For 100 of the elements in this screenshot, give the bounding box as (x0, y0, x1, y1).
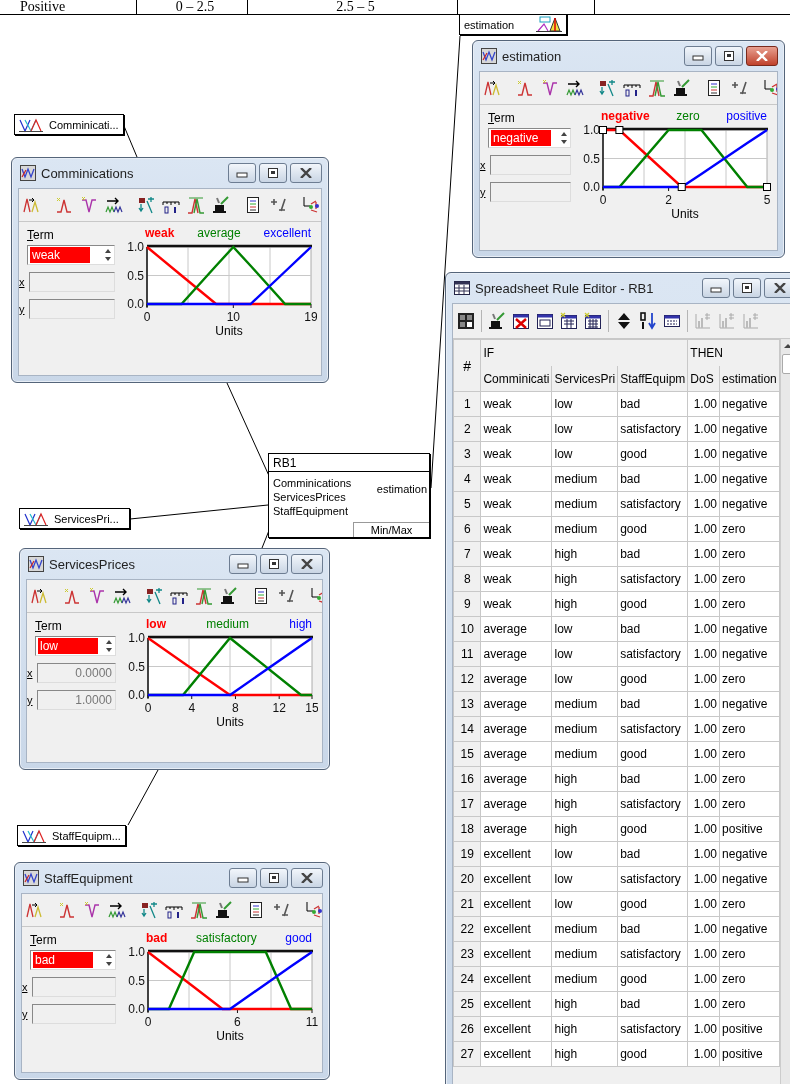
table-cell[interactable]: excellent (480, 866, 552, 892)
table-cell[interactable]: good (617, 816, 688, 842)
term-name[interactable]: medium (206, 617, 249, 633)
minimize-button[interactable] (229, 868, 257, 888)
table-cell[interactable]: excellent (480, 966, 552, 992)
table-cell[interactable]: excellent (480, 916, 552, 942)
table-cell[interactable]: zero (719, 541, 780, 567)
table-cell[interactable]: bad (617, 766, 688, 792)
table-cell[interactable]: medium (551, 491, 618, 517)
table-cell[interactable]: 1.00 (687, 566, 720, 592)
peak-icon[interactable] (58, 901, 76, 919)
table-cell[interactable]: medium (551, 966, 618, 992)
peak-icon[interactable] (55, 196, 73, 214)
close-button[interactable] (746, 46, 778, 66)
table-cell[interactable]: positive (719, 1041, 780, 1067)
table-cell[interactable]: satisfactory (617, 941, 688, 967)
list-icon[interactable] (705, 79, 723, 97)
term-field[interactable]: low (35, 636, 116, 656)
table-cell[interactable]: 1.00 (687, 916, 720, 942)
maximize-button[interactable] (260, 554, 288, 574)
table-cell[interactable]: low (551, 441, 618, 467)
table-cell[interactable]: 1.00 (687, 641, 720, 667)
table-cell[interactable]: 1.00 (687, 966, 720, 992)
table-cell[interactable]: excellent (480, 1041, 552, 1067)
term-name[interactable]: negative (601, 109, 650, 125)
input-field[interactable] (490, 155, 571, 175)
table-cell[interactable]: high (551, 991, 618, 1017)
table-cell[interactable]: negative (719, 916, 780, 942)
rule-block-node[interactable]: RB1 Comminications ServicesPrices StaffEquipment estimation Min/Max (268, 453, 430, 538)
table-cell[interactable]: high (551, 591, 618, 617)
table-cell[interactable]: satisfactory (617, 641, 688, 667)
table-cell[interactable]: good (617, 591, 688, 617)
table-cell[interactable]: 1.00 (687, 466, 720, 492)
table-cell[interactable]: weak (480, 541, 552, 567)
peaks-icon[interactable] (484, 79, 502, 97)
term-name[interactable]: excellent (263, 226, 311, 242)
table-cell[interactable]: bad (617, 841, 688, 867)
axes-arrows-icon[interactable] (301, 196, 319, 214)
table-cell[interactable]: 1.00 (687, 741, 720, 767)
table-cell[interactable]: excellent (480, 1016, 552, 1042)
crossing-curves-icon[interactable] (195, 587, 213, 605)
membership-curves-drawing[interactable] (599, 126, 771, 191)
table-cell[interactable]: satisfactory (617, 1016, 688, 1042)
crossing-curves-icon[interactable] (648, 79, 666, 97)
plus-minus-icon[interactable] (730, 79, 748, 97)
table-cell[interactable]: negative (719, 691, 780, 717)
axes-arrows-icon[interactable] (762, 79, 777, 97)
scroll-up-icon[interactable] (783, 342, 790, 350)
term-name[interactable]: low (146, 617, 166, 633)
table-cell[interactable]: average (480, 766, 552, 792)
crossing-curves-icon[interactable] (190, 901, 208, 919)
grid-icon[interactable] (457, 312, 475, 330)
arrow-peaks-icon[interactable] (566, 79, 584, 97)
table-cell[interactable]: good (617, 891, 688, 917)
magic-hat-icon[interactable] (220, 587, 238, 605)
spinner-icon[interactable] (560, 131, 568, 145)
value-icon[interactable] (536, 312, 554, 330)
table-cell[interactable]: weak (480, 391, 552, 417)
table-cell[interactable]: 1.00 (687, 541, 720, 567)
table-cell[interactable]: good (617, 666, 688, 692)
list-icon[interactable] (247, 901, 265, 919)
close-button[interactable] (764, 278, 790, 298)
peaks-icon[interactable] (26, 901, 44, 919)
spinner-icon[interactable] (104, 248, 112, 262)
peaks-icon[interactable] (31, 587, 49, 605)
table-cell[interactable]: 1.00 (687, 766, 720, 792)
term-name[interactable]: good (285, 931, 312, 947)
table-cell[interactable]: average (480, 691, 552, 717)
axes-arrows-icon[interactable] (309, 587, 322, 605)
table-icon[interactable] (663, 312, 681, 330)
spinner-icon[interactable] (105, 953, 113, 967)
maximize-button[interactable] (733, 278, 761, 298)
table-cell[interactable]: zero (719, 766, 780, 792)
table-cell[interactable]: negative (719, 866, 780, 892)
term-name[interactable]: zero (676, 109, 700, 125)
membership-curves-drawing[interactable] (146, 245, 312, 306)
table-cell[interactable]: good (617, 741, 688, 767)
table-cell[interactable]: bad (617, 916, 688, 942)
term-name[interactable]: positive (726, 109, 767, 125)
minimize-button[interactable] (228, 163, 256, 183)
table-cell[interactable]: 1.00 (687, 866, 720, 892)
delete-icon[interactable] (512, 312, 530, 330)
column-header[interactable]: estimation (719, 366, 780, 392)
input-field[interactable]: 1.0000 (37, 690, 116, 710)
table-cell[interactable]: average (480, 816, 552, 842)
magic-hat-icon[interactable] (673, 79, 691, 97)
crossing-curves-icon[interactable] (187, 196, 205, 214)
table-cell[interactable]: medium (551, 916, 618, 942)
plus-minus-icon[interactable] (272, 901, 290, 919)
input-field[interactable] (490, 182, 571, 202)
table-cell[interactable]: satisfactory (617, 491, 688, 517)
point-move-icon[interactable] (145, 587, 163, 605)
table-cell[interactable]: medium (551, 716, 618, 742)
table-cell[interactable]: satisfactory (617, 866, 688, 892)
table-cell[interactable]: high (551, 1016, 618, 1042)
dip-icon[interactable] (541, 79, 559, 97)
table-cell[interactable]: negative (719, 491, 780, 517)
axes-arrows-icon[interactable] (304, 901, 322, 919)
table-cell[interactable]: weak (480, 516, 552, 542)
table-cell[interactable]: low (551, 416, 618, 442)
